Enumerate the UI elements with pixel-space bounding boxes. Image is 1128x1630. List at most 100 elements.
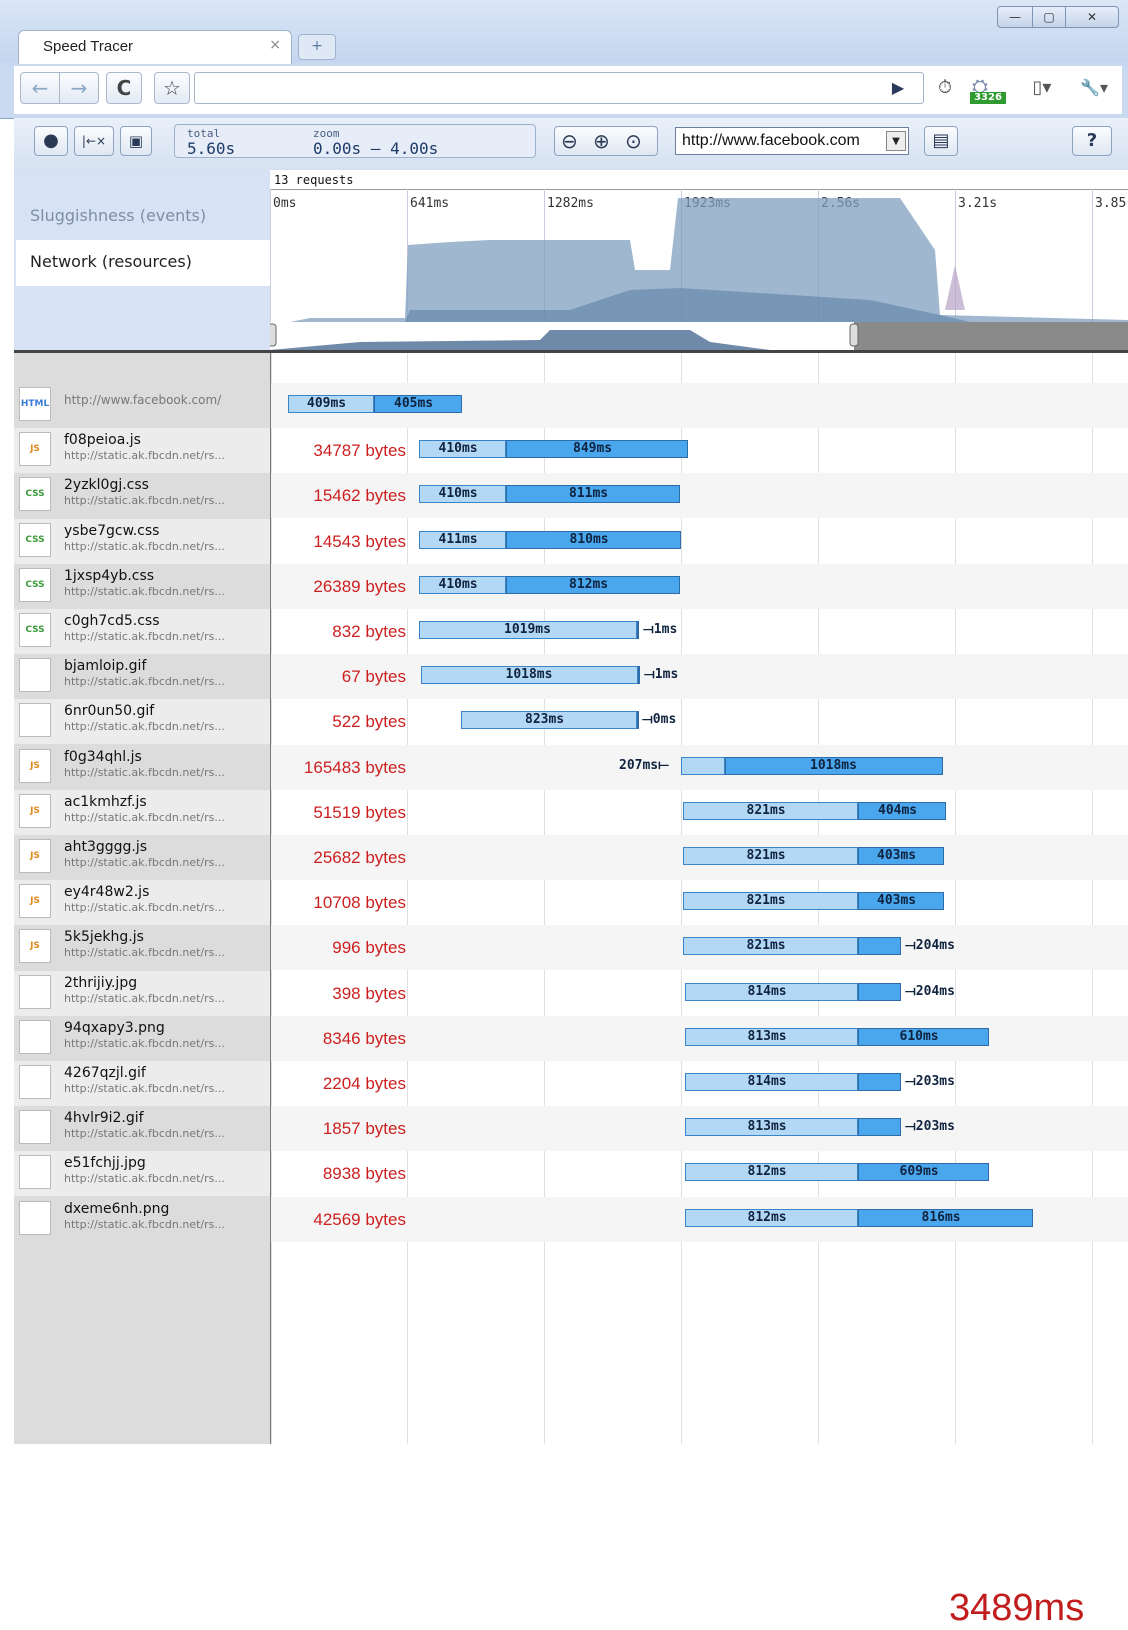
forward-button[interactable]: → [59,72,99,104]
receive-time-label: ⟞1ms [644,667,679,683]
resource-item[interactable]: dxeme6nh.png http://static.ak.fbcdn.net/r… [14,1196,270,1242]
timeline-row[interactable]: 522 bytes 823ms ⟞0ms [271,699,1128,744]
image-file-icon [19,1019,51,1054]
timeline-row[interactable]: 34787 bytes 410ms 849ms [271,428,1128,473]
receive-time-label: 849ms [573,441,613,457]
timeline-row[interactable]: 832 bytes 1019ms ⟞1ms [271,609,1128,654]
zoom-handle-left[interactable] [267,323,277,347]
wait-time-label: 410ms [438,576,478,592]
js-file-icon: JS [19,748,51,783]
timeline-row[interactable]: 10708 bytes 821ms 403ms [271,880,1128,925]
resource-item[interactable]: 4hvlr9i2.gif http://static.ak.fbcdn.net/r… [14,1106,270,1152]
timeline-row[interactable]: 996 bytes 821ms ⟞204ms [271,925,1128,971]
page-menu-icon[interactable]: ▯▾ [1022,72,1062,104]
receive-bar [637,621,639,639]
save-button[interactable]: ▣ [120,126,152,156]
help-button[interactable]: ? [1072,126,1112,156]
resource-name: f0g34qhl.js [64,748,142,765]
receive-bar [858,1073,901,1091]
tab-network[interactable]: Network (resources) [16,240,270,286]
resource-url: http://static.ak.fbcdn.net/rs... [64,901,225,915]
js-file-icon: JS [19,839,51,873]
timeline-row[interactable]: 398 bytes 814ms ⟞204ms [271,971,1128,1016]
speed-tracer-extension-icon[interactable]: ⛭ 3326 [968,72,1008,104]
address-bar[interactable] [194,72,924,104]
wait-bar [681,756,725,775]
resource-size: 8346 bytes [322,1028,406,1048]
timeline-row[interactable]: 42569 bytes 812ms 816ms [271,1196,1128,1242]
minimize-button[interactable]: — [997,6,1033,28]
zoom-handle-right[interactable] [849,323,859,347]
back-button[interactable]: ← [20,72,60,104]
zoom-reset-icon[interactable]: ⊙ [625,127,642,155]
tab-close-icon[interactable]: × [269,37,281,53]
resource-item[interactable]: e51fchjj.jpg http://static.ak.fbcdn.net/r… [14,1151,270,1197]
timeline-row[interactable]: 1857 bytes 813ms ⟞203ms [271,1106,1128,1152]
resource-item[interactable]: JS aht3gggg.js http://static.ak.fbcdn.net/… [14,835,270,880]
stopwatch-icon[interactable]: ⏱ [932,72,958,104]
extension-badge: 3326 [970,92,1006,104]
resource-item[interactable]: CSS 1jxsp4yb.css http://static.ak.fbcdn.ne… [14,563,270,609]
timeline-row[interactable]: 14543 bytes 411ms 810ms [271,519,1128,564]
resource-item[interactable]: JS f08peioa.js http://static.ak.fbcdn.net/… [14,428,270,474]
timeline-row[interactable]: 15462 bytes 410ms 811ms [271,473,1128,519]
resource-size: 34787 bytes [313,441,406,461]
new-tab-button[interactable]: + [298,34,336,60]
page-url-select[interactable]: http://www.facebook.com ▼ [675,127,909,155]
network-overview-graph[interactable]: 13 requests 0ms641ms1282ms1923ms2.56s3.2… [267,170,1128,350]
resource-url: http://static.ak.fbcdn.net/rs... [64,584,225,598]
resource-size: 522 bytes [332,712,406,732]
resource-item[interactable]: 2thrijiy.jpg http://static.ak.fbcdn.net/r… [14,970,270,1016]
chevron-down-icon[interactable]: ▼ [886,131,906,151]
resource-url: http://static.ak.fbcdn.net/rs... [64,720,225,734]
wrench-menu-icon[interactable]: 🔧▾ [1072,72,1116,104]
resource-url: http://static.ak.fbcdn.net/rs... [64,946,225,960]
timeline-row[interactable]: 51519 bytes 821ms 404ms [271,790,1128,835]
wait-time-label: 821ms [746,848,786,863]
js-file-icon: JS [19,793,51,828]
record-button[interactable]: ● [34,126,68,156]
resource-size: 398 bytes [332,983,406,1003]
resource-item[interactable]: 4267qzjl.gif http://static.ak.fbcdn.net/r… [14,1061,270,1106]
resource-name: 5k5jekhg.js [64,929,144,946]
resource-item[interactable]: bjamloip.gif http://static.ak.fbcdn.net/r… [14,654,270,700]
reload-button[interactable]: C [106,72,142,104]
resource-item[interactable]: JS f0g34qhl.js http://static.ak.fbcdn.net/… [14,744,270,790]
timeline-row[interactable]: 2204 bytes 814ms ⟞203ms [271,1061,1128,1106]
report-button[interactable]: ▤ [924,126,958,156]
clear-button[interactable]: |←× [74,126,114,156]
timeline-row[interactable]: 8346 bytes 813ms 610ms [271,1015,1128,1061]
receive-bar [858,982,901,1001]
zoom-out-icon[interactable]: ⊖ [561,127,578,155]
resource-item[interactable]: JS 5k5jekhg.js http://static.ak.fbcdn.net/… [14,925,270,971]
resource-item[interactable]: CSS 2yzkl0gj.css http://static.ak.fbcdn.ne… [14,473,270,519]
resource-item[interactable]: 94qxapy3.png http://static.ak.fbcdn.net/r… [14,1015,270,1061]
tab-speed-tracer[interactable]: Speed Tracer × [18,30,292,64]
timeline-row[interactable]: 409ms 405ms [271,383,1128,428]
resource-name: bjamloip.gif [64,658,147,675]
timeline-row[interactable]: 165483 bytes 207ms⟝ 1018ms [271,744,1128,790]
tab-sluggishness[interactable]: Sluggishness (events) [16,194,270,240]
receive-time-label: 404ms [878,802,918,818]
wait-time-label: 410ms [438,441,478,457]
close-window-button[interactable]: ✕ [1065,6,1119,28]
resource-item[interactable]: JS ac1kmhzf.js http://static.ak.fbcdn.net/… [14,789,270,835]
timeline-row[interactable]: 8938 bytes 812ms 609ms [271,1151,1128,1196]
bookmark-star-icon[interactable]: ☆ [154,72,190,104]
resource-item[interactable]: HTML http://www.facebook.com/ [14,383,270,428]
resource-size: 14543 bytes [313,531,406,551]
resource-item[interactable]: JS ey4r48w2.js http://static.ak.fbcdn.net/… [14,880,270,926]
timeline-row[interactable]: 67 bytes 1018ms ⟞1ms [271,654,1128,700]
timeline-row[interactable]: 26389 bytes 410ms 812ms [271,563,1128,609]
go-play-icon[interactable]: ▶ [886,72,910,104]
zoom-in-icon[interactable]: ⊕ [593,127,610,155]
image-file-icon [19,1155,51,1190]
resource-item[interactable]: 6nr0un50.gif http://static.ak.fbcdn.net/r… [14,699,270,745]
resource-item[interactable]: CSS ysbe7gcw.css http://static.ak.fbcdn.ne… [14,518,270,564]
resource-url: http://static.ak.fbcdn.net/rs... [64,810,225,824]
timeline-row[interactable]: 25682 bytes 821ms 403ms [271,835,1128,880]
maximize-button[interactable]: ▢ [1032,6,1066,28]
receive-time-label: 403ms [877,848,917,863]
css-file-icon: CSS [19,613,51,647]
resource-item[interactable]: CSS c0gh7cd5.css http://static.ak.fbcdn.ne… [14,609,270,654]
